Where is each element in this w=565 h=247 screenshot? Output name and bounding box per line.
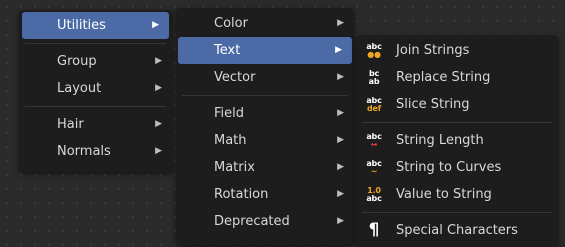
submenu-arrow-icon: ▶ — [155, 56, 162, 66]
menu-item-label: String Length — [396, 133, 484, 148]
slice-string-icon: abc def — [365, 95, 383, 114]
menu-item-color[interactable]: Color ▶ — [176, 10, 354, 37]
icon-bottom-text: ~ — [370, 166, 378, 176]
menu-item-text[interactable]: Text ▶ — [178, 37, 352, 64]
menu-item-label: Hair — [57, 117, 84, 132]
submenu-arrow-icon: ▶ — [155, 119, 162, 129]
menu-item-layout[interactable]: Layout ▶ — [19, 75, 172, 102]
menu-item-rotation[interactable]: Rotation ▶ — [176, 181, 354, 208]
icon-bottom-text: ab — [368, 76, 380, 86]
utilities-submenu: Color ▶ Text ▶ Vector ▶ Field ▶ Math ▶ M… — [176, 8, 354, 245]
menu-item-math[interactable]: Math ▶ — [176, 127, 354, 154]
menu-item-label: Join Strings — [396, 43, 470, 58]
separator — [25, 43, 166, 44]
menu-item-label: Group — [57, 54, 97, 69]
separator — [182, 95, 348, 96]
menu-item-label: Deprecated — [214, 214, 290, 229]
menu-item-normals[interactable]: Normals ▶ — [19, 138, 172, 165]
submenu-arrow-icon: ▶ — [337, 216, 344, 226]
menu-item-field[interactable]: Field ▶ — [176, 100, 354, 127]
join-strings-icon: abc ●● — [365, 41, 383, 60]
menu-item-matrix[interactable]: Matrix ▶ — [176, 154, 354, 181]
menu-item-label: Replace String — [396, 70, 491, 85]
menu-item-value-to-string[interactable]: 1.0 abc Value to String — [356, 181, 558, 208]
submenu-arrow-icon: ▶ — [155, 83, 162, 93]
menu-item-label: Normals — [57, 144, 111, 159]
menu-item-deprecated[interactable]: Deprecated ▶ — [176, 208, 354, 235]
text-submenu: abc ●● Join Strings bc ab Replace String… — [356, 35, 558, 247]
menu-item-label: Color — [214, 16, 248, 31]
separator — [362, 122, 552, 123]
submenu-arrow-icon: ▶ — [337, 189, 344, 199]
menu-item-label: Value to String — [396, 187, 492, 202]
menu-item-label: Math — [214, 133, 247, 148]
submenu-arrow-icon: ▶ — [335, 45, 342, 55]
submenu-arrow-icon: ▶ — [337, 108, 344, 118]
menu-item-join-strings[interactable]: abc ●● Join Strings — [356, 37, 558, 64]
menu-item-label: Utilities — [57, 18, 106, 33]
menu-item-label: Rotation — [214, 187, 269, 202]
icon-bottom-text: ●● — [367, 49, 381, 59]
submenu-arrow-icon: ▶ — [155, 146, 162, 156]
string-to-curves-icon: abc ~ — [365, 158, 383, 177]
submenu-arrow-icon: ▶ — [337, 18, 344, 28]
replace-string-icon: bc ab — [365, 68, 383, 87]
menu-item-slice-string[interactable]: abc def Slice String — [356, 91, 558, 118]
submenu-arrow-icon: ▶ — [337, 72, 344, 82]
menu-item-string-length[interactable]: abc ↔ String Length — [356, 127, 558, 154]
string-length-icon: abc ↔ — [365, 131, 383, 150]
menu-item-group[interactable]: Group ▶ — [19, 48, 172, 75]
value-to-string-icon: 1.0 abc — [365, 185, 383, 204]
icon-bottom-text: def — [366, 103, 382, 113]
menu-item-special-characters[interactable]: ¶ Special Characters — [356, 217, 558, 244]
submenu-arrow-icon: ▶ — [337, 162, 344, 172]
icon-bottom-text: abc — [366, 193, 382, 203]
submenu-arrow-icon: ▶ — [152, 20, 159, 30]
menu-item-string-to-curves[interactable]: abc ~ String to Curves — [356, 154, 558, 181]
menu-item-replace-string[interactable]: bc ab Replace String — [356, 64, 558, 91]
menu-item-label: Text — [214, 43, 241, 58]
menu-item-label: Vector — [214, 70, 256, 85]
menu-item-label: Layout — [57, 81, 102, 96]
separator — [362, 212, 552, 213]
menu-item-label: Slice String — [396, 97, 470, 112]
menu-item-label: String to Curves — [396, 160, 502, 175]
menu-item-label: Field — [214, 106, 245, 121]
submenu-arrow-icon: ▶ — [337, 135, 344, 145]
pilcrow-icon: ¶ — [368, 220, 380, 241]
separator — [25, 106, 166, 107]
menu-item-label: Special Characters — [396, 223, 518, 238]
menu-item-label: Matrix — [214, 160, 255, 175]
menu-item-vector[interactable]: Vector ▶ — [176, 64, 354, 91]
icon-bottom-text: ↔ — [370, 139, 378, 149]
menu-item-utilities[interactable]: Utilities ▶ — [22, 12, 169, 39]
menu-item-hair[interactable]: Hair ▶ — [19, 111, 172, 138]
category-menu: Utilities ▶ Group ▶ Layout ▶ Hair ▶ Norm… — [19, 10, 172, 172]
